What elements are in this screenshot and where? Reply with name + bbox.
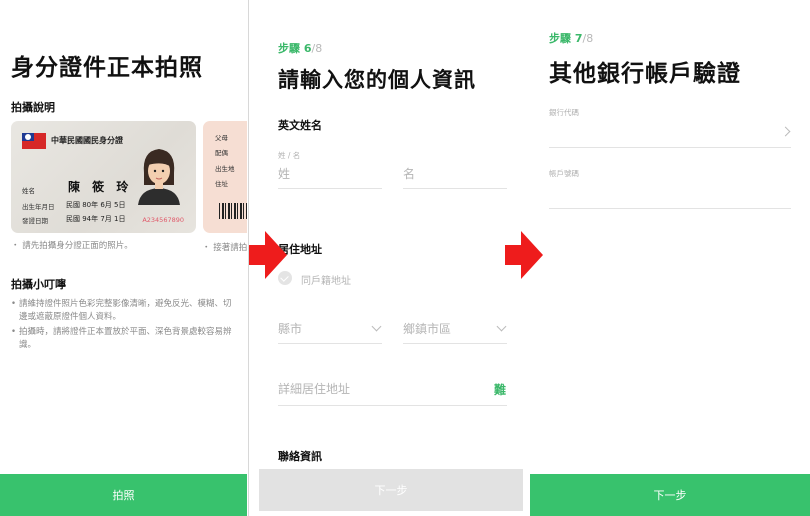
- surname-input[interactable]: 姓: [278, 160, 382, 189]
- next-button-disabled[interactable]: 下一步: [259, 469, 523, 511]
- step-current: 步驟 6: [278, 42, 312, 55]
- given-name-placeholder: 名: [403, 167, 416, 181]
- bank-code-select[interactable]: 銀行代碼: [549, 104, 791, 148]
- chevron-right-icon: [780, 126, 791, 137]
- bank-code-label: 銀行代碼: [549, 108, 579, 117]
- tips-heading: 拍攝小叮嚀: [11, 278, 66, 291]
- chevron-down-icon: [496, 321, 507, 332]
- same-address-label: 同戶籍地址: [301, 276, 351, 287]
- back-photo-note: ・ 接著請拍: [202, 243, 247, 253]
- tip-item: 請維持證件照片色彩完整影像清晰，避免反光、模糊、切邊或遮蔽原證件個人資料。: [11, 298, 233, 324]
- flow-arrow-icon: [505, 231, 543, 279]
- english-name-heading: 英文姓名: [278, 119, 322, 132]
- account-number-input[interactable]: 帳戶號碼: [549, 165, 791, 209]
- name-value: 陳 筱 玲: [68, 180, 133, 194]
- back-label-parents: 父母: [215, 134, 228, 142]
- surname-placeholder: 姓: [278, 167, 291, 181]
- dob-label: 出生年月日: [22, 203, 55, 211]
- detail-address-input[interactable]: 詳細居住地址: [278, 374, 507, 406]
- barcode-icon: [219, 203, 247, 219]
- personal-info-screen: 步驟 6/8 請輸入您的個人資訊 英文姓名 姓 / 名 姓 名 居住地址 同戶籍…: [248, 0, 530, 516]
- flow-arrow-icon: [249, 231, 287, 279]
- issue-label: 發證日期: [22, 217, 48, 225]
- rare-char-button[interactable]: 難: [494, 381, 506, 398]
- card-header: 中華民國國民身分證: [51, 136, 123, 145]
- account-label: 帳戶號碼: [549, 169, 579, 178]
- page-title: 其他銀行帳戶驗證: [549, 61, 741, 87]
- district-select[interactable]: 鄉鎮市區: [403, 312, 507, 344]
- page-title: 請輸入您的個人資訊: [278, 68, 476, 92]
- back-label-address: 住址: [215, 180, 228, 188]
- dob-value: 民國 80年 6月 5日: [66, 201, 126, 209]
- id-card-back-sample: 父母 配偶 出生地 住址: [203, 121, 247, 233]
- front-photo-note: ・ 請先拍攝身分證正面的照片。: [11, 241, 133, 251]
- flag-icon: [22, 133, 46, 149]
- tip-item: 拍攝時，請將證件正本置放於平面、深色背景處較容易辨識。: [11, 326, 233, 352]
- id-number: A234567890: [142, 216, 184, 224]
- issue-value: 民國 94年 7月 1日: [66, 215, 126, 223]
- back-label-birthplace: 出生地: [215, 165, 235, 173]
- step-indicator: 步驟 6/8: [278, 40, 322, 56]
- step-total: /8: [311, 42, 323, 55]
- contact-heading: 聯絡資訊: [278, 450, 322, 463]
- name-label: 姓名: [22, 187, 35, 195]
- take-photo-button[interactable]: 拍照: [0, 474, 247, 516]
- back-label-spouse: 配偶: [215, 149, 228, 157]
- tips-list: 請維持證件照片色彩完整影像清晰，避免反光、模糊、切邊或遮蔽原證件個人資料。 拍攝…: [11, 298, 233, 354]
- shoot-guide-heading: 拍攝說明: [11, 101, 55, 114]
- next-button[interactable]: 下一步: [530, 474, 810, 516]
- step-total: /8: [582, 32, 594, 45]
- city-placeholder: 縣市: [278, 322, 303, 336]
- step-current: 步驟 7: [549, 32, 583, 45]
- city-select[interactable]: 縣市: [278, 312, 382, 344]
- page-title: 身分證件正本拍照: [11, 55, 203, 81]
- chevron-down-icon: [371, 321, 382, 332]
- step-indicator: 步驟 7/8: [549, 30, 593, 46]
- id-photo-screen: 身分證件正本拍照 拍攝說明 中華民國國民身分證 姓名 陳 筱 玲 出生年月日 民…: [0, 0, 247, 516]
- portrait-icon: [138, 149, 180, 205]
- bank-verify-screen: 步驟 7/8 其他銀行帳戶驗證 銀行代碼 帳戶號碼 下一步: [530, 0, 810, 516]
- id-card-front-sample: 中華民國國民身分證 姓名 陳 筱 玲 出生年月日 民國 80年 6月 5日 發證…: [11, 121, 196, 233]
- detail-address-placeholder: 詳細居住地址: [278, 382, 351, 396]
- district-placeholder: 鄉鎮市區: [403, 322, 452, 336]
- given-name-input[interactable]: 名: [403, 160, 507, 189]
